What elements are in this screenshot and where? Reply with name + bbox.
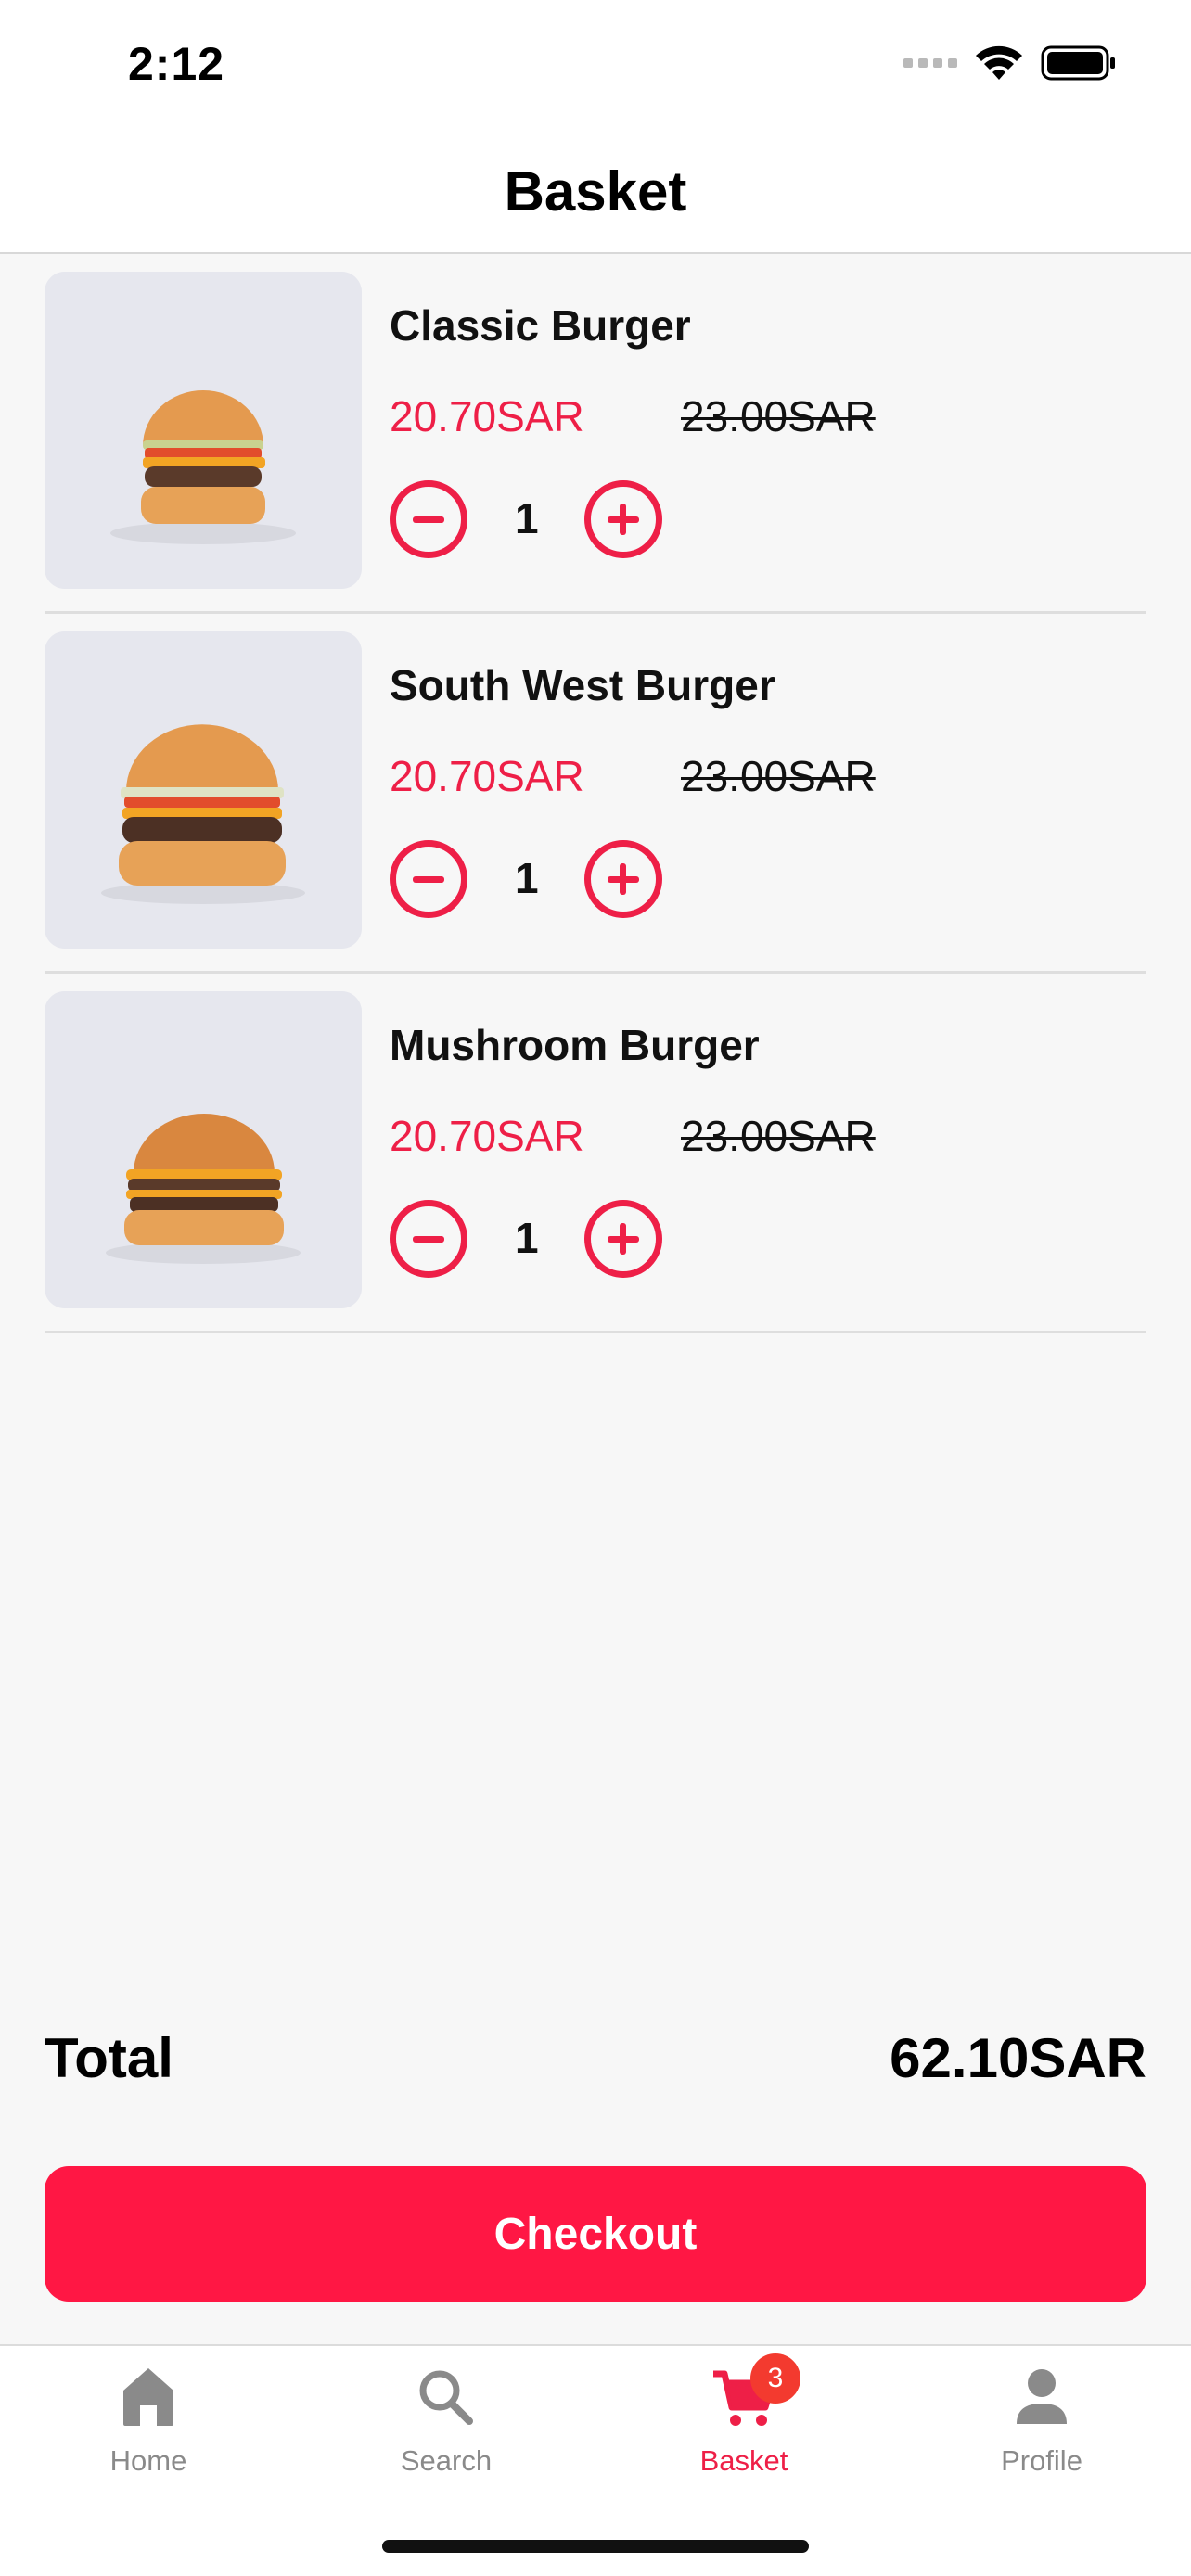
wifi-icon bbox=[976, 45, 1022, 80]
south-west-burger-image bbox=[45, 631, 362, 949]
status-icons bbox=[903, 45, 1117, 82]
cellular-signal-icon bbox=[903, 58, 957, 68]
item-old-price: 23.00SAR bbox=[681, 392, 876, 440]
item-old-price: 23.00SAR bbox=[681, 1112, 876, 1160]
total-label: Total bbox=[45, 2027, 173, 2089]
tab-profile[interactable]: Profile bbox=[949, 2363, 1134, 2502]
search-icon bbox=[414, 2363, 479, 2429]
increase-quantity-button[interactable] bbox=[584, 840, 662, 918]
increase-quantity-button[interactable] bbox=[584, 1200, 662, 1278]
item-name: Classic Burger bbox=[390, 301, 691, 350]
increase-quantity-button[interactable] bbox=[584, 480, 662, 558]
home-icon bbox=[116, 2363, 181, 2429]
tab-basket[interactable]: 3 Basket bbox=[651, 2353, 837, 2502]
item-name: Mushroom Burger bbox=[390, 1021, 760, 1069]
checkout-button[interactable]: Checkout bbox=[45, 2166, 1146, 2302]
minus-icon bbox=[413, 1236, 444, 1243]
minus-icon bbox=[413, 876, 444, 883]
item-price: 20.70SAR bbox=[390, 752, 584, 800]
status-time: 2:12 bbox=[128, 38, 225, 90]
status-bar: 2:12 bbox=[0, 0, 1191, 130]
quantity-stepper: 1 bbox=[390, 840, 686, 920]
cart-icon: 3 bbox=[711, 2353, 800, 2429]
quantity-stepper: 1 bbox=[390, 480, 686, 560]
classic-burger-image bbox=[45, 272, 362, 589]
tab-home[interactable]: Home bbox=[56, 2363, 241, 2502]
page-title: Basket bbox=[504, 159, 687, 223]
item-quantity: 1 bbox=[515, 1214, 539, 1262]
decrease-quantity-button[interactable] bbox=[390, 1200, 467, 1278]
navigation-bar: Basket bbox=[0, 130, 1191, 254]
decrease-quantity-button[interactable] bbox=[390, 480, 467, 558]
item-quantity: 1 bbox=[515, 494, 539, 542]
item-name: South West Burger bbox=[390, 661, 775, 709]
battery-icon bbox=[1041, 45, 1115, 81]
profile-icon bbox=[1009, 2363, 1074, 2429]
quantity-stepper: 1 bbox=[390, 1200, 686, 1280]
home-indicator bbox=[382, 2540, 809, 2553]
total-value: 62.10SAR bbox=[890, 2027, 1146, 2089]
basket-item: Classic Burger 20.70SAR 23.00SAR 1 bbox=[45, 256, 1146, 614]
basket-item: Mushroom Burger 20.70SAR 23.00SAR 1 bbox=[45, 976, 1146, 1333]
tab-label: Search bbox=[400, 2444, 493, 2477]
item-quantity: 1 bbox=[515, 854, 539, 902]
tab-label: Home bbox=[109, 2444, 187, 2477]
tab-label: Profile bbox=[1001, 2444, 1082, 2477]
tab-search[interactable]: Search bbox=[353, 2363, 539, 2502]
tab-label: Basket bbox=[699, 2444, 788, 2477]
basket-item: South West Burger 20.70SAR 23.00SAR 1 bbox=[45, 616, 1146, 974]
item-price: 20.70SAR bbox=[390, 392, 584, 440]
item-price: 20.70SAR bbox=[390, 1112, 584, 1160]
cart-badge: 3 bbox=[750, 2353, 800, 2404]
mushroom-burger-image bbox=[45, 991, 362, 1308]
total-row: Total 62.10SAR bbox=[45, 2026, 1146, 2100]
item-old-price: 23.00SAR bbox=[681, 752, 876, 800]
decrease-quantity-button[interactable] bbox=[390, 840, 467, 918]
minus-icon bbox=[413, 516, 444, 523]
